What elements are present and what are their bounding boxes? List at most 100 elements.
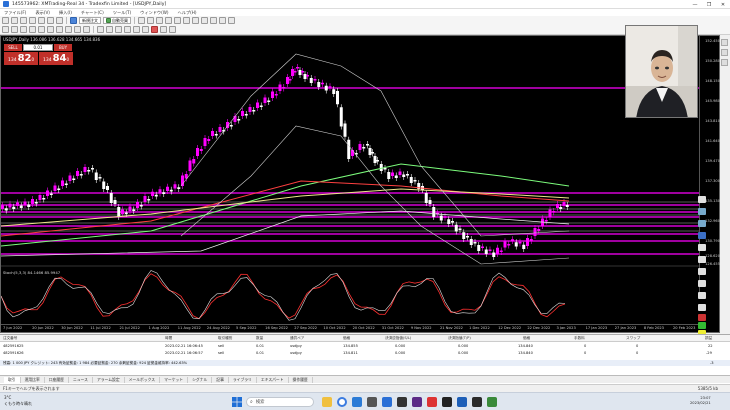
tab-news[interactable]: ニュース [69,376,93,383]
chart-window[interactable]: USDJPY,Daily 136.086 136.628 134.665 134… [0,35,720,355]
menu-window[interactable]: ウィンドウ(W) [140,10,168,16]
menu-file[interactable]: ファイル(F) [4,10,26,16]
menu-help[interactable]: ヘルプ(H) [178,10,197,16]
menu-view[interactable]: 表示(V) [35,10,50,16]
fibonacci-icon[interactable] [56,26,63,33]
table-row[interactable]: 482591626 2023.02.21 16:06:57 sell 0.01 … [0,350,730,356]
cursor-icon[interactable] [2,26,9,33]
column-header[interactable]: 通貨ペア [290,336,304,341]
zoom-out-icon[interactable] [174,17,181,24]
arrows-icon[interactable] [83,26,90,33]
marker-icon[interactable] [698,256,706,263]
column-header[interactable]: 決済指値(T/P) [448,336,471,341]
file-explorer-icon[interactable] [322,397,332,407]
period-h4-icon[interactable] [142,26,149,33]
tab-library[interactable]: ライブラリ [229,376,257,383]
close-button[interactable]: ✕ [716,0,730,9]
color-green-swatch[interactable] [698,322,706,329]
tab-articles[interactable]: 記事 [212,376,229,383]
magnet-icon[interactable] [698,268,706,275]
ruler-icon[interactable] [698,244,706,251]
auto-scroll-icon[interactable] [192,17,199,24]
candlestick-icon[interactable] [147,17,154,24]
lock-icon[interactable] [698,280,706,287]
navigator-icon[interactable] [38,17,45,24]
zoom-in-icon[interactable] [165,17,172,24]
settings-app-icon[interactable] [397,397,407,407]
table-row[interactable]: 482591625 2023.02.21 16:06:45 sell 0.01 … [0,343,730,349]
tab-market[interactable]: マーケット [160,376,189,383]
period-d1-icon[interactable] [151,26,158,33]
terminal-app-icon[interactable] [442,397,452,407]
templates-icon[interactable] [228,17,235,24]
maximize-button[interactable]: ❐ [702,0,716,9]
teams-icon[interactable] [412,397,422,407]
text-tool-icon[interactable] [698,232,706,239]
tab-trade[interactable]: 取引 [4,376,21,383]
data-window-icon[interactable] [29,17,36,24]
trend-tool-icon[interactable] [698,220,706,227]
period-m5-icon[interactable] [106,26,113,33]
tab-mailbox[interactable]: メールボックス [125,376,161,383]
profiles-icon[interactable] [11,17,18,24]
taskbar-search[interactable]: ⌕ 検索 [246,397,314,407]
new-chart-icon[interactable] [2,17,9,24]
column-header[interactable]: 注文番号 [3,336,17,341]
period-m15-icon[interactable] [115,26,122,33]
column-header[interactable]: 手数料 [574,336,585,341]
strip-button[interactable] [721,39,728,46]
color-red-swatch[interactable] [698,314,706,321]
edge-icon[interactable] [352,397,362,407]
menu-insert[interactable]: 挿入(I) [59,10,72,16]
tab-signals[interactable]: シグナル [188,376,213,383]
tester-icon[interactable] [56,17,63,24]
price-chart-canvas[interactable] [1,36,699,324]
mail-icon[interactable] [382,397,392,407]
weather-widget[interactable]: 3°C くもり時々晴れ [4,395,32,407]
label-icon[interactable] [74,26,81,33]
tab-account-history[interactable]: 口座履歴 [45,376,69,383]
sell-button[interactable]: SELL [4,44,22,51]
periods-icon[interactable] [219,17,226,24]
strip-button[interactable] [721,59,728,66]
column-header[interactable]: 数量 [256,336,263,341]
column-header[interactable]: 価格 [343,336,350,341]
chrome-icon[interactable] [337,397,347,407]
metaeditor-icon[interactable] [70,17,77,24]
tab-experts[interactable]: エキスパート [257,376,289,383]
buy-price-button[interactable]: 134 84 0 [39,52,73,65]
palette-icon[interactable] [698,304,706,311]
video-app-icon[interactable] [427,397,437,407]
period-m1-icon[interactable] [97,26,104,33]
tile-windows-icon[interactable] [183,17,190,24]
period-m30-icon[interactable] [124,26,131,33]
channel-icon[interactable] [47,26,54,33]
column-header[interactable]: 決済逆指値(S/L) [385,336,411,341]
clear-icon[interactable] [698,292,706,299]
tab-alerts[interactable]: アラーム設定 [93,376,125,383]
system-clock[interactable]: 23:07 2023/02/21 [690,396,711,406]
app-icon[interactable] [472,397,482,407]
terminal-icon[interactable] [47,17,54,24]
column-header[interactable]: 損益 [705,336,712,341]
period-mn-icon[interactable] [169,26,176,33]
menu-tools[interactable]: ツール(T) [113,10,131,16]
column-header[interactable]: 時間 [165,336,172,341]
market-watch-icon[interactable] [20,17,27,24]
app-icon[interactable] [487,397,497,407]
eye-icon[interactable] [698,208,706,215]
metatrader-taskbar-icon[interactable] [457,397,467,407]
bar-chart-icon[interactable] [138,17,145,24]
sell-price-button[interactable]: 134 82 0 [4,52,38,65]
column-header[interactable]: 取引種別 [218,336,232,341]
chart-shift-icon[interactable] [201,17,208,24]
tab-exposure[interactable]: 運用比率 [21,376,45,383]
crosshair-icon[interactable] [11,26,18,33]
strip-button[interactable] [721,49,728,56]
column-header[interactable]: スワップ [626,336,640,341]
period-h1-icon[interactable] [133,26,140,33]
trendline-icon[interactable] [38,26,45,33]
new-order-button[interactable]: 新規注文 [79,17,101,24]
text-icon[interactable] [65,26,72,33]
windows-start-icon[interactable] [232,397,242,407]
